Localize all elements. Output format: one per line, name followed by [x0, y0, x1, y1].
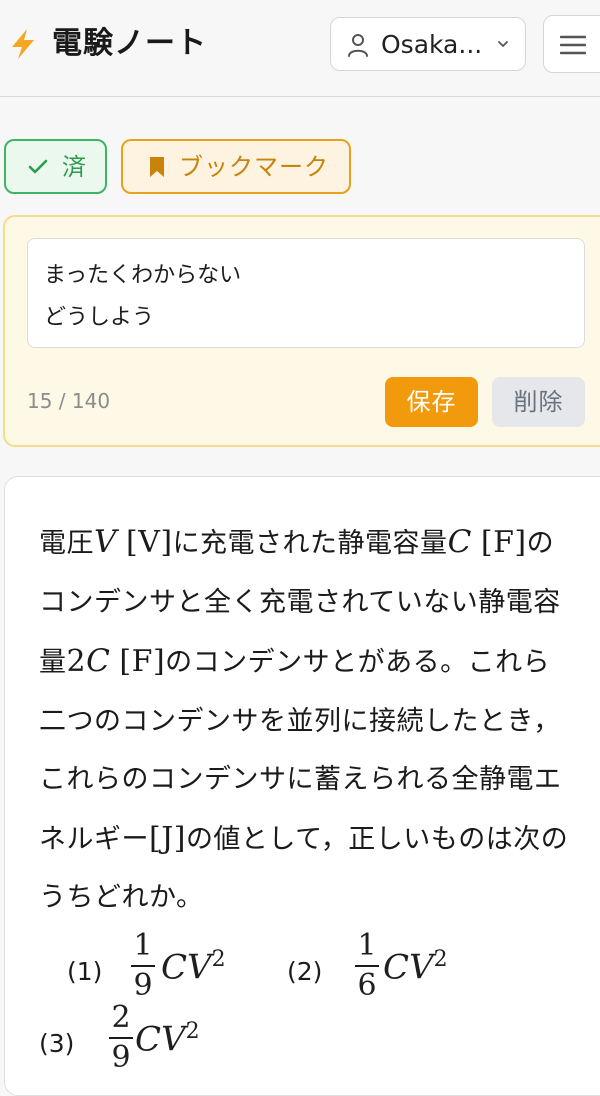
delete-button[interactable]: 削除 [492, 377, 585, 427]
question-text-part: 電圧 [39, 528, 94, 559]
expr-exponent: 2 [433, 947, 448, 972]
bookmark-label: ブックマーク [179, 153, 329, 181]
unit-joule: [J] [149, 820, 186, 856]
choice-fraction: 2 9 [109, 1001, 133, 1075]
hamburger-menu-icon [560, 35, 586, 55]
menu-button[interactable] [543, 15, 600, 73]
choice-expression: CV2 [383, 947, 448, 987]
unit-farad: [F] [480, 525, 527, 560]
expr-cv: CV [161, 947, 212, 988]
choice-label: (3) [39, 1029, 75, 1058]
math-var-c: C [447, 524, 472, 560]
choice-fraction: 1 9 [131, 929, 155, 1003]
fraction-numerator: 1 [357, 928, 377, 963]
fraction-bar [355, 965, 379, 967]
user-icon [348, 34, 368, 57]
bookmark-toggle[interactable]: ブックマーク [121, 139, 351, 194]
chevron-down-icon [498, 41, 508, 47]
fraction-numerator: 1 [133, 928, 153, 963]
done-label: 済 [62, 153, 87, 181]
fraction-denominator: 6 [357, 968, 377, 1003]
header-divider [0, 96, 600, 97]
app-title: 電験ノート [52, 26, 207, 61]
math-number-2: 2 [66, 644, 87, 679]
unit-volt: [V] [125, 525, 173, 560]
lightning-icon [12, 29, 34, 59]
done-toggle[interactable]: 済 [4, 139, 107, 194]
expr-cv: CV [135, 1019, 186, 1060]
note-textarea[interactable]: まったくわからない どうしよう [27, 238, 585, 348]
fraction-bar [109, 1037, 133, 1039]
choice-label: (2) [287, 957, 323, 986]
math-var-v: V [94, 524, 117, 560]
note-panel: まったくわからない どうしよう 15 / 140 保存 削除 [3, 215, 600, 447]
expr-cv: CV [383, 947, 434, 988]
math-var-c: C [86, 643, 111, 679]
question-text: 電圧V [V]に充電された静電容量C [F]のコンデンサと全く充電されていない静… [39, 513, 569, 928]
question-text-part: に充電された静電容量 [172, 528, 448, 559]
bookmark-icon [150, 157, 164, 177]
fraction-numerator: 2 [111, 1000, 131, 1035]
fraction-denominator: 9 [133, 968, 153, 1003]
choice-expression: CV2 [161, 947, 226, 987]
check-icon [28, 159, 48, 174]
fraction-bar [131, 965, 155, 967]
choice-fraction: 1 6 [355, 929, 379, 1003]
user-dropdown-button[interactable]: Osaka... [330, 17, 526, 71]
choice-expression: CV2 [135, 1019, 200, 1059]
save-button[interactable]: 保存 [385, 377, 478, 427]
app-header: 電験ノート Osaka... [0, 0, 600, 97]
unit-farad: [F] [119, 644, 166, 679]
user-name: Osaka... [381, 30, 483, 59]
question-card: 電圧V [V]に充電された静電容量C [F]のコンデンサと全く充電されていない静… [4, 476, 600, 1096]
character-counter: 15 / 140 [27, 389, 111, 413]
fraction-denominator: 9 [111, 1040, 131, 1075]
expr-exponent: 2 [185, 1019, 200, 1044]
expr-exponent: 2 [211, 947, 226, 972]
choice-label: (1) [67, 957, 103, 986]
